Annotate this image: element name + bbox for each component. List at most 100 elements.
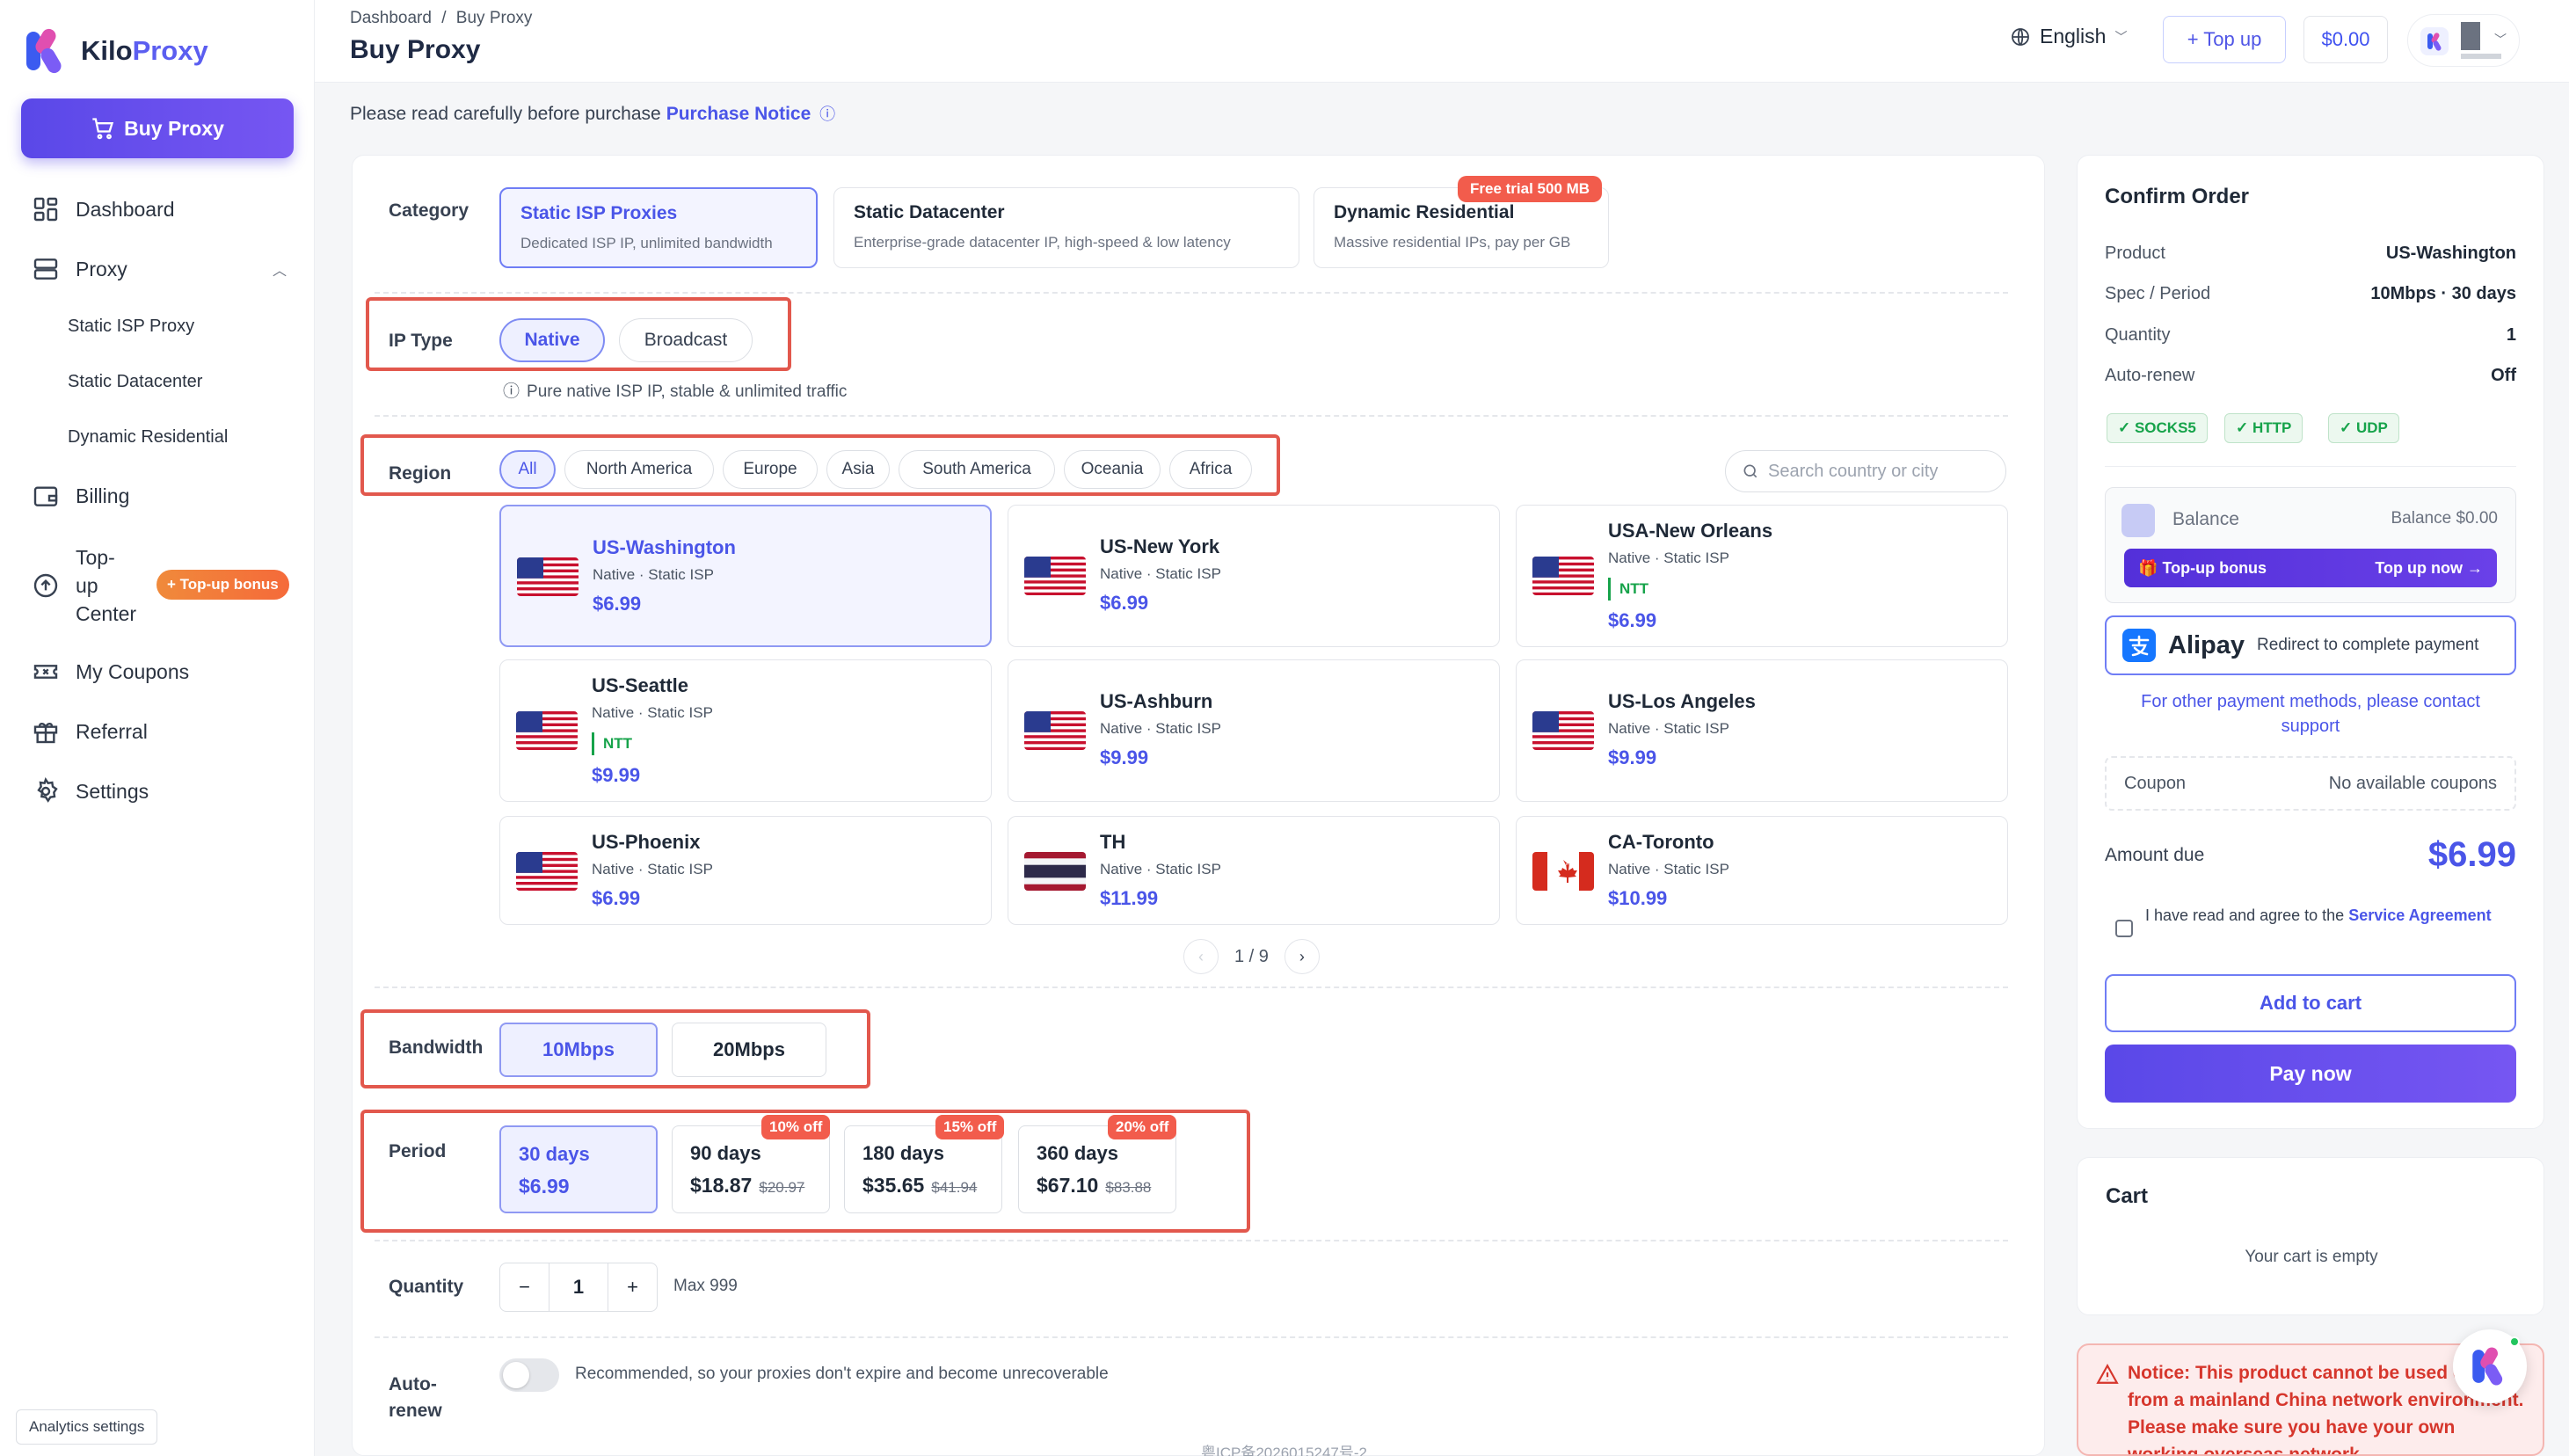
sidebar-item-label: My Coupons xyxy=(76,659,190,683)
location-card[interactable]: CA-Toronto Native · Static ISP $10.99 xyxy=(1516,816,2008,925)
username-masked-line xyxy=(2461,54,2501,59)
info-icon: ⓘ xyxy=(503,382,520,401)
topup-button[interactable]: + Top up xyxy=(2163,16,2286,63)
user-menu[interactable]: ﹀ xyxy=(2407,14,2520,67)
alipay-desc: Redirect to complete payment xyxy=(2257,636,2479,654)
sidebar-subitem-static-datacenter[interactable]: Static Datacenter xyxy=(68,372,202,392)
sidebar-item-dashboard[interactable]: Dashboard xyxy=(32,195,175,223)
topup-now-link[interactable]: Top up now → xyxy=(2375,559,2483,578)
amount-due-value: $6.99 xyxy=(2427,835,2516,874)
location-info: CA-Toronto Native · Static ISP $10.99 xyxy=(1608,831,1729,910)
location-price: $10.99 xyxy=(1608,887,1668,909)
region-europe[interactable]: Europe xyxy=(723,450,818,489)
location-card[interactable]: US-Ashburn Native · Static ISP $9.99 xyxy=(1008,659,1500,802)
location-card[interactable]: USA-New Orleans Native · Static ISP NTT … xyxy=(1516,505,2008,647)
location-card[interactable]: US-Phoenix Native · Static ISP $6.99 xyxy=(499,816,992,925)
bandwidth-10mbps[interactable]: 10Mbps xyxy=(499,1023,658,1077)
globe-icon xyxy=(2012,27,2029,46)
location-card[interactable]: US-Seattle Native · Static ISP NTT $9.99 xyxy=(499,659,992,802)
location-card[interactable]: TH Native · Static ISP $11.99 xyxy=(1008,816,1500,925)
coupon-selector[interactable]: Coupon No available coupons xyxy=(2105,756,2516,811)
confirm-order-title: Confirm Order xyxy=(2105,185,2250,208)
sidebar-item-label: Billing xyxy=(76,484,130,507)
location-name: USA-New Orleans xyxy=(1608,520,1773,542)
pay-now-button[interactable]: Pay now xyxy=(2105,1045,2516,1103)
location-info: US-Los Angeles Native · Static ISP $9.99 xyxy=(1608,690,1756,769)
sidebar-subitem-static-isp[interactable]: Static ISP Proxy xyxy=(68,317,194,337)
category-title: Static ISP Proxies xyxy=(520,203,678,223)
ip-type-native[interactable]: Native xyxy=(499,318,605,362)
bandwidth-20mbps[interactable]: 20Mbps xyxy=(672,1023,826,1077)
alipay-label: Alipay xyxy=(2168,630,2245,659)
quantity-stepper: − 1 + xyxy=(499,1263,658,1312)
sidebar-subitem-dynamic-residential[interactable]: Dynamic Residential xyxy=(68,427,228,448)
free-trial-badge: Free trial 500 MB xyxy=(1458,176,1603,202)
sidebar: KiloProxy Buy Proxy Dashboard Proxy ︿ St… xyxy=(0,0,315,1456)
sidebar-item-settings[interactable]: Settings xyxy=(32,777,149,805)
hint-text: Pure native ISP IP, stable & unlimited t… xyxy=(527,382,848,401)
divider xyxy=(375,986,2008,988)
period-days: 30 days xyxy=(519,1143,590,1165)
buy-proxy-button[interactable]: Buy Proxy xyxy=(21,98,294,158)
quantity-input[interactable]: 1 xyxy=(549,1263,608,1311)
divider xyxy=(375,415,2008,417)
location-card[interactable]: US-Los Angeles Native · Static ISP $9.99 xyxy=(1516,659,2008,802)
us-flag-icon xyxy=(1024,711,1086,750)
support-chat-button[interactable] xyxy=(2453,1329,2527,1403)
purchase-notice-link[interactable]: Purchase Notice xyxy=(666,104,811,124)
contact-support-link[interactable]: For other payment methods, please contac… xyxy=(2110,689,2511,739)
buy-proxy-label: Buy Proxy xyxy=(124,116,224,140)
amount-due-label: Amount due xyxy=(2105,844,2205,865)
auto-renew-toggle[interactable] xyxy=(499,1358,559,1392)
location-card[interactable]: US-Washington Native · Static ISP $6.99 xyxy=(499,505,992,647)
sidebar-item-topup-center[interactable]: Top-up Center xyxy=(32,543,136,628)
agreement-checkbox[interactable] xyxy=(2115,920,2133,937)
add-to-cart-button[interactable]: Add to cart xyxy=(2105,974,2516,1032)
location-card[interactable]: US-New York Native · Static ISP $6.99 xyxy=(1008,505,1500,647)
period-30-days[interactable]: 30 days $6.99 xyxy=(499,1125,658,1213)
region-asia[interactable]: Asia xyxy=(826,450,890,489)
region-north-america[interactable]: North America xyxy=(564,450,714,489)
sidebar-item-referral[interactable]: Referral xyxy=(32,717,148,746)
sidebar-item-billing[interactable]: Billing xyxy=(32,482,129,510)
language-selector[interactable]: English ﹀ xyxy=(2010,25,2127,48)
category-title: Dynamic Residential xyxy=(1334,202,1515,222)
gift-icon xyxy=(33,722,58,744)
alipay-payment-option[interactable]: Alipay Redirect to complete payment xyxy=(2105,615,2516,675)
region-oceania[interactable]: Oceania xyxy=(1064,450,1161,489)
cart-empty-text: Your cart is empty xyxy=(2245,1248,2378,1266)
period-label: Period xyxy=(389,1141,447,1161)
topup-bonus-bar[interactable]: 🎁 Top-up bonus Top up now → xyxy=(2124,549,2497,587)
quantity-increment-button[interactable]: + xyxy=(608,1263,657,1311)
balance-button[interactable]: $0.00 xyxy=(2303,16,2388,63)
quantity-decrement-button[interactable]: − xyxy=(500,1263,549,1311)
divider xyxy=(375,1336,2008,1338)
ntt-tag: NTT xyxy=(1608,578,1772,601)
location-info: USA-New Orleans Native · Static ISP NTT … xyxy=(1608,520,1772,632)
auto-renew-hint: Recommended, so your proxies don't expir… xyxy=(575,1365,1109,1383)
icp-footer[interactable]: 粤ICP备2026015247号-2 xyxy=(1201,1440,1367,1456)
region-south-america[interactable]: South America xyxy=(899,450,1055,489)
cart-title: Cart xyxy=(2106,1184,2149,1208)
next-page-button[interactable]: › xyxy=(1284,939,1320,974)
analytics-settings-button[interactable]: Analytics settings xyxy=(16,1409,158,1445)
service-agreement-link[interactable]: Service Agreement xyxy=(2348,906,2491,924)
arrow-up-circle-icon xyxy=(33,573,58,598)
prev-page-button[interactable]: ‹ xyxy=(1183,939,1219,974)
amount-due: Amount due $6.99 xyxy=(2105,835,2516,875)
region-all[interactable]: All xyxy=(499,450,556,489)
location-name: US-Ashburn xyxy=(1100,690,1213,712)
category-static-isp[interactable]: Static ISP Proxies Dedicated ISP IP, unl… xyxy=(499,187,818,268)
sidebar-item-coupons[interactable]: My Coupons xyxy=(32,658,189,686)
divider xyxy=(375,292,2008,294)
ip-type-broadcast[interactable]: Broadcast xyxy=(619,318,753,362)
sidebar-item-proxy[interactable]: Proxy ︿ xyxy=(32,255,287,283)
region-africa[interactable]: Africa xyxy=(1169,450,1252,489)
category-static-datacenter[interactable]: Static Datacenter Enterprise-grade datac… xyxy=(833,187,1299,268)
period-days: 90 days xyxy=(690,1142,761,1164)
logo[interactable]: KiloProxy xyxy=(25,26,208,76)
location-sub: Native · Static ISP xyxy=(1608,550,1729,566)
location-search-input[interactable]: Search country or city xyxy=(1725,450,2006,492)
breadcrumb-home[interactable]: Dashboard xyxy=(350,9,432,27)
username-masked xyxy=(2461,22,2480,50)
